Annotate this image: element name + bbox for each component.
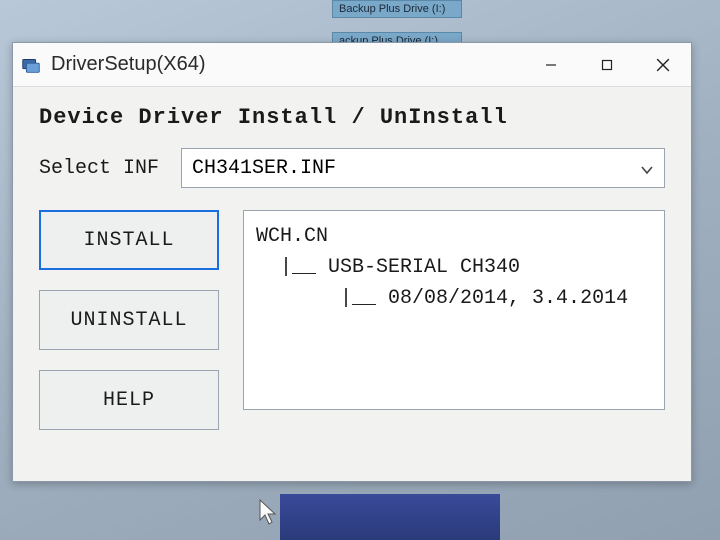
install-button[interactable]: INSTALL: [39, 210, 219, 270]
driversetup-window: DriverSetup(X64) Device Driver Install /…: [12, 42, 692, 482]
maximize-button[interactable]: [579, 43, 635, 87]
driver-vendor: WCH.CN: [256, 225, 328, 248]
inf-dropdown[interactable]: CH341SER.INF: [181, 148, 665, 188]
app-icon: [19, 53, 43, 77]
driver-device: USB-SERIAL CH340: [328, 256, 520, 279]
window-title: DriverSetup(X64): [51, 53, 206, 76]
select-inf-label: Select INF: [39, 157, 159, 180]
uninstall-button[interactable]: UNINSTALL: [39, 290, 219, 350]
button-column: INSTALL UNINSTALL HELP: [39, 210, 219, 430]
desktop-drive-icon-1[interactable]: Backup Plus Drive (I:): [332, 0, 462, 18]
driver-version: 08/08/2014, 3.4.2014: [388, 287, 628, 310]
help-button[interactable]: HELP: [39, 370, 219, 430]
inf-row: Select INF CH341SER.INF: [39, 148, 665, 188]
titlebar[interactable]: DriverSetup(X64): [13, 43, 691, 87]
main-row: INSTALL UNINSTALL HELP WCH.CN |__ USB-SE…: [39, 210, 665, 430]
chevron-down-icon: [640, 161, 654, 175]
section-heading: Device Driver Install / UnInstall: [39, 105, 665, 130]
mouse-cursor-icon: [258, 498, 278, 526]
minimize-button[interactable]: [523, 43, 579, 87]
close-button[interactable]: [635, 43, 691, 87]
client-area: Device Driver Install / UnInstall Select…: [13, 87, 691, 448]
taskbar-fragment: [280, 494, 500, 540]
driver-info-box: WCH.CN |__ USB-SERIAL CH340 |__ 08/08/20…: [243, 210, 665, 410]
inf-dropdown-value: CH341SER.INF: [192, 157, 336, 180]
